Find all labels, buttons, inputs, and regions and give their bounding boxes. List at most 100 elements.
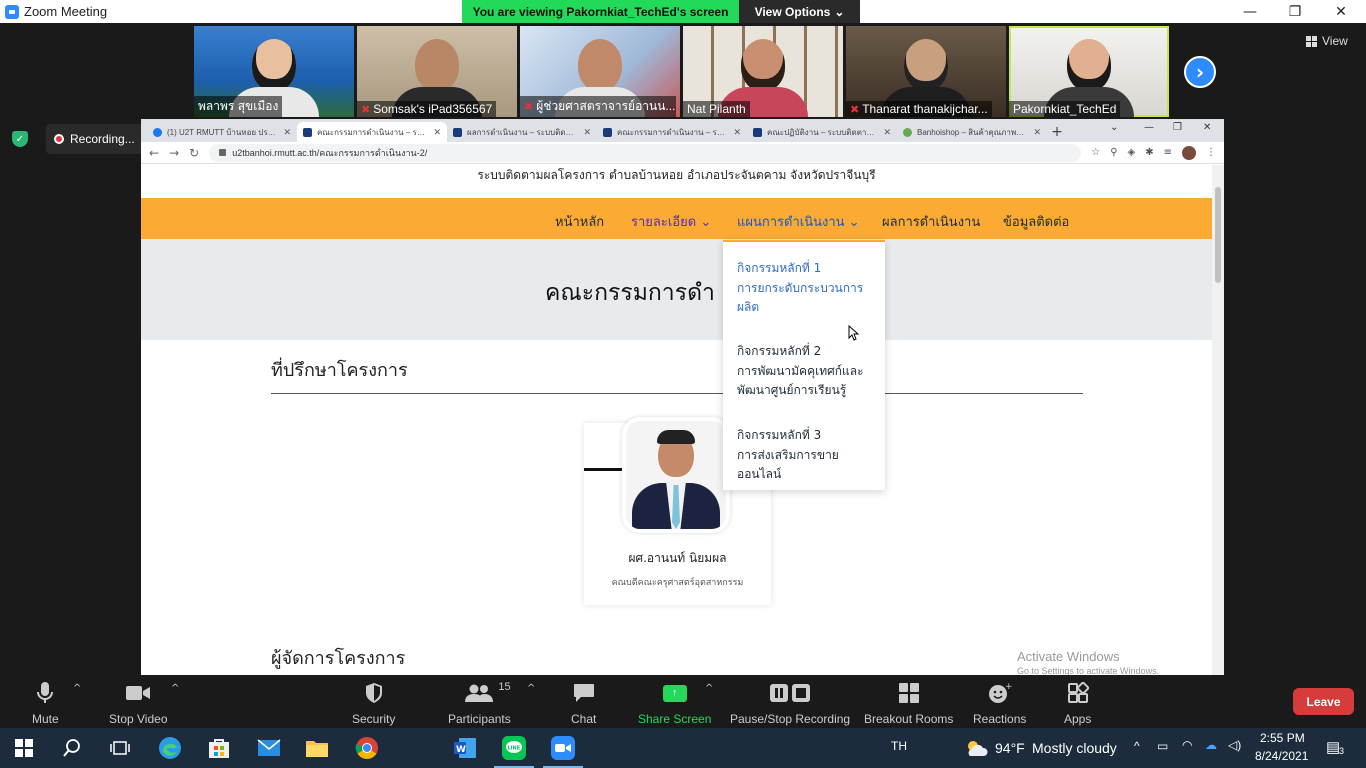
extension-icon[interactable]: ⚲: [1110, 147, 1117, 158]
dropdown-item-activity-3[interactable]: กิจกรรมหลักที่ 3 การส่งเสริมการขาย ออนไลน์: [737, 426, 877, 485]
clock-date[interactable]: 8/24/2021: [1255, 749, 1308, 763]
video-tile[interactable]: พลาพร สุขเมือง: [194, 26, 354, 117]
participants-caret-icon[interactable]: ^: [527, 683, 535, 694]
shared-browser-window: (1) U2T RMUTT บ้านหอย ประจิณ ✕ คณะกรรมกา…: [141, 119, 1224, 675]
browser-tab[interactable]: ผลการดำเนินงาน – ระบบติดตามผล ✕: [447, 122, 597, 142]
close-tab-icon[interactable]: ✕: [733, 127, 741, 138]
file-explorer-icon[interactable]: [305, 736, 329, 760]
dropdown-item-activity-2[interactable]: กิจกรรมหลักที่ 2 การพัฒนามัคคุเทศก์และ พัฒ…: [737, 342, 877, 401]
windows-start-icon[interactable]: [12, 736, 36, 760]
browser-tab[interactable]: คณะกรรมการดำเนินงาน – ระบบติด ✕: [597, 122, 747, 142]
next-page-button[interactable]: ›: [1184, 56, 1216, 88]
input-language[interactable]: TH: [891, 739, 907, 753]
close-tab-icon[interactable]: ✕: [1033, 127, 1041, 138]
chrome-restore-button[interactable]: ❐: [1173, 122, 1182, 133]
view-options-button[interactable]: View Options ⌄: [739, 0, 860, 23]
weather-temperature[interactable]: 94°F: [995, 740, 1025, 756]
zoom-app-icon[interactable]: [543, 736, 583, 768]
card-accent-bar: [584, 468, 622, 471]
breakout-rooms-button[interactable]: Breakout Rooms: [864, 681, 953, 726]
close-icon: ✕: [1335, 3, 1347, 20]
view-button[interactable]: View: [1306, 34, 1348, 48]
more-menu-icon[interactable]: ⋮: [1206, 147, 1216, 158]
divider: [271, 393, 1083, 394]
dropdown-item-activity-1[interactable]: กิจกรรมหลักที่ 1 การยกระดับกระบวนการ ผลิต: [737, 259, 877, 318]
nav-contact[interactable]: ข้อมูลติดต่อ: [1003, 211, 1069, 232]
shield-extension-icon[interactable]: ◈: [1128, 147, 1136, 158]
chrome-minimize-button[interactable]: —: [1144, 122, 1154, 133]
nav-plan[interactable]: แผนการดำเนินงาน ⌄: [737, 211, 860, 232]
video-strip: พลาพร สุขเมือง ✖ Somsak's iPad356567 ✖ ผู้…: [194, 26, 1169, 117]
pause-stop-recording-button[interactable]: Pause/Stop Recording: [730, 681, 850, 726]
browser-tab[interactable]: Banhoishop – สินค้าคุณภาพจาก ✕: [897, 122, 1047, 142]
video-tile[interactable]: Nat Pilanth: [683, 26, 843, 117]
page-scrollbar[interactable]: [1212, 165, 1224, 675]
participant-name: Nat Pilanth: [683, 101, 750, 117]
chat-bubble-icon: [573, 681, 595, 705]
minimize-button[interactable]: —: [1227, 0, 1273, 23]
facebook-icon: [153, 127, 162, 137]
browser-tab[interactable]: (1) U2T RMUTT บ้านหอย ประจิณ ✕: [147, 122, 297, 142]
video-tile-active-speaker[interactable]: Pakornkiat_TechEd: [1009, 26, 1169, 117]
chrome-close-button[interactable]: ✕: [1203, 122, 1211, 133]
participants-button[interactable]: 15 Participants: [448, 681, 511, 726]
reactions-button[interactable]: + Reactions: [973, 681, 1026, 726]
section-heading-managers: ผู้จัดการโครงการ: [271, 648, 406, 669]
puzzle-icon[interactable]: ✱: [1145, 147, 1153, 158]
forward-arrow-icon[interactable]: →: [169, 146, 179, 160]
view-label: View: [1322, 34, 1348, 48]
tab-search-icon[interactable]: ⌄: [1110, 122, 1118, 133]
profile-avatar[interactable]: [1182, 145, 1196, 160]
stop-video-button[interactable]: Stop Video: [109, 681, 168, 726]
close-button[interactable]: ✕: [1318, 0, 1364, 23]
search-icon[interactable]: [60, 736, 84, 760]
task-view-icon[interactable]: [108, 736, 132, 760]
chat-button[interactable]: Chat: [571, 681, 596, 726]
browser-tab-active[interactable]: คณะกรรมการดำเนินงาน – ระบบติด ✕: [297, 122, 447, 142]
close-tab-icon[interactable]: ✕: [583, 127, 591, 138]
weather-description[interactable]: Mostly cloudy: [1032, 740, 1117, 756]
audio-options-caret-icon[interactable]: ^: [73, 683, 81, 694]
chrome-icon[interactable]: [355, 736, 379, 760]
mute-button[interactable]: Mute: [32, 681, 59, 726]
restore-button[interactable]: ❐: [1272, 0, 1318, 23]
word-icon[interactable]: W: [453, 736, 477, 760]
close-tab-icon[interactable]: ✕: [883, 127, 891, 138]
video-tile[interactable]: ✖ Thanarat thanakijchar...: [846, 26, 1006, 117]
nav-details[interactable]: รายละเอียด ⌄: [631, 211, 711, 232]
participant-name: พลาพร สุขเมือง: [194, 96, 283, 117]
weather-cloud-icon[interactable]: [964, 736, 988, 760]
line-app-icon[interactable]: LINE: [494, 736, 534, 768]
back-arrow-icon[interactable]: ←: [149, 146, 159, 160]
apps-button[interactable]: Apps: [1064, 681, 1091, 726]
volume-icon[interactable]: ◁): [1228, 738, 1241, 752]
scrollbar-thumb[interactable]: [1215, 187, 1221, 283]
video-options-caret-icon[interactable]: ^: [171, 683, 179, 694]
edge-browser-icon[interactable]: [158, 736, 182, 760]
browser-tab[interactable]: คณะปฏิบัติงาน – ระบบติดตามผลโค ✕: [747, 122, 897, 142]
wifi-icon[interactable]: ◠: [1182, 738, 1192, 752]
onedrive-cloud-icon[interactable]: ☁: [1205, 738, 1217, 752]
show-hidden-icons-icon[interactable]: ^: [1134, 739, 1140, 753]
reload-icon[interactable]: ↻: [189, 146, 199, 160]
mail-icon[interactable]: [257, 736, 281, 760]
microsoft-store-icon[interactable]: [207, 736, 231, 760]
nav-results[interactable]: ผลการดำเนินงาน: [882, 211, 980, 232]
share-screen-button[interactable]: ↑ Share Screen: [638, 681, 711, 726]
bookmark-star-icon[interactable]: ☆: [1091, 147, 1100, 158]
url-field[interactable]: u2tbanhoi.rmutt.ac.th/คณะกรรมการดำเนินงา…: [209, 143, 1082, 162]
svg-text:LINE: LINE: [508, 746, 521, 752]
clock-time[interactable]: 2:55 PM: [1260, 731, 1305, 745]
nav-home[interactable]: หน้าหลัก: [555, 211, 604, 232]
leave-button[interactable]: Leave: [1293, 688, 1354, 715]
battery-icon[interactable]: ▭: [1157, 739, 1168, 753]
share-options-caret-icon[interactable]: ^: [705, 683, 713, 694]
reading-list-icon[interactable]: ≡: [1164, 147, 1172, 158]
close-tab-icon[interactable]: ✕: [283, 127, 291, 138]
close-tab-icon[interactable]: ✕: [433, 127, 441, 138]
video-tile[interactable]: ✖ ผู้ช่วยศาสตราจารย์อานน...: [520, 26, 680, 117]
new-tab-button[interactable]: +: [1047, 122, 1067, 142]
advisor-name: ผศ.อานนท์ นิยมผล: [628, 551, 727, 565]
video-tile[interactable]: ✖ Somsak's iPad356567: [357, 26, 517, 117]
security-button[interactable]: Security: [352, 681, 395, 726]
